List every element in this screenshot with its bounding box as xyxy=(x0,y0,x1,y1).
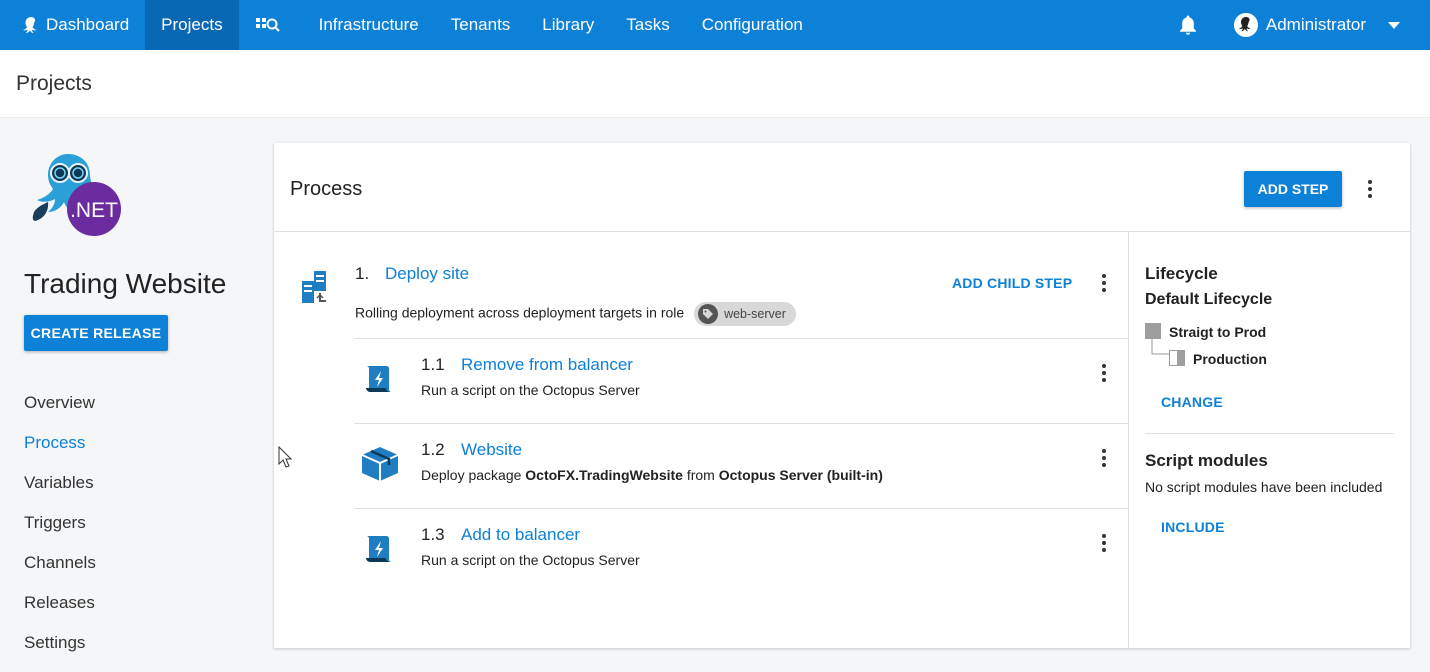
sidebar-item-triggers[interactable]: Triggers xyxy=(24,510,96,550)
logo-dotnet-text: .NET xyxy=(70,199,118,222)
nav-right-area: Administrator xyxy=(1178,0,1430,50)
step-name-link[interactable]: Website xyxy=(461,440,522,460)
script-icon xyxy=(362,532,396,571)
page-title: Projects xyxy=(16,72,92,95)
sidebar-item-channels[interactable]: Channels xyxy=(24,550,96,590)
nav-configuration[interactable]: Configuration xyxy=(686,0,819,50)
lifecycle-name: Default Lifecycle xyxy=(1145,291,1273,308)
nav-library[interactable]: Library xyxy=(526,0,610,50)
step-description-text: Rolling deployment across deployment tar… xyxy=(355,304,685,321)
step-overflow-menu-icon[interactable] xyxy=(1096,361,1112,385)
row-divider xyxy=(354,338,1128,339)
nav-projects-label: Projects xyxy=(161,15,223,34)
nav-tenants[interactable]: Tenants xyxy=(435,0,527,50)
tag-icon xyxy=(698,304,719,324)
step-description: Rolling deployment across deployment tar… xyxy=(355,302,796,326)
package-name: OctoFX.TradingWebsite xyxy=(525,467,683,483)
create-release-button[interactable]: CREATE RELEASE xyxy=(24,315,168,351)
step-overflow-menu-icon[interactable] xyxy=(1096,531,1112,555)
step-description-mid: from xyxy=(682,467,719,483)
step-description: Run a script on the Octopus Server xyxy=(421,382,640,398)
panel-divider xyxy=(1145,433,1394,434)
nav-infrastructure-label: Infrastructure xyxy=(318,15,419,34)
role-chip-label: web-server xyxy=(724,307,786,321)
nav-infrastructure[interactable]: Infrastructure xyxy=(303,0,435,50)
add-step-button[interactable]: ADD STEP xyxy=(1244,171,1342,207)
row-divider xyxy=(354,508,1128,509)
script-modules-heading: Script modules xyxy=(1145,451,1268,470)
step-description-prefix: Deploy package xyxy=(421,467,526,483)
column-divider xyxy=(1128,231,1129,648)
nav-dashboard-label: Dashboard xyxy=(46,15,130,34)
bell-icon[interactable] xyxy=(1178,13,1202,37)
feed-name: Octopus Server (built-in) xyxy=(718,467,883,483)
top-navigation: Dashboard Projects Infrastructure Tenant… xyxy=(0,0,1430,50)
card-divider xyxy=(274,231,1410,232)
step-name-link[interactable]: Deploy site xyxy=(385,264,469,284)
avatar xyxy=(1233,13,1258,37)
mouse-cursor-icon xyxy=(278,446,292,468)
process-card: Process ADD STEP 1. Deploy site Rolling … xyxy=(274,143,1410,648)
sidebar-item-settings[interactable]: Settings xyxy=(24,630,96,670)
phase-name: Straigt to Prod xyxy=(1169,324,1267,340)
process-overflow-menu-icon[interactable] xyxy=(1362,177,1378,201)
chevron-down-icon[interactable] xyxy=(1388,21,1400,29)
nav-tasks-label: Tasks xyxy=(626,15,670,34)
change-lifecycle-button[interactable]: CHANGE xyxy=(1161,394,1223,410)
nav-projects[interactable]: Projects xyxy=(145,0,239,50)
add-child-step-button[interactable]: ADD CHILD STEP xyxy=(952,275,1072,291)
deployment-targets-icon xyxy=(300,269,330,312)
role-chip: web-server xyxy=(694,302,796,326)
sidebar-item-overview[interactable]: Overview xyxy=(24,390,96,430)
step-overflow-menu-icon[interactable] xyxy=(1096,446,1112,470)
row-divider xyxy=(354,423,1128,424)
step-name-link[interactable]: Remove from balancer xyxy=(461,355,633,375)
octopus-icon xyxy=(23,17,37,33)
script-icon xyxy=(362,362,396,401)
step-description: Run a script on the Octopus Server xyxy=(421,552,640,568)
step-number: 1.2 xyxy=(421,440,445,459)
lifecycle-heading: Lifecycle xyxy=(1145,264,1218,283)
project-nav: Overview Process Variables Triggers Chan… xyxy=(24,390,96,670)
nav-dashboard[interactable]: Dashboard xyxy=(0,0,145,50)
tree-connector xyxy=(1151,339,1170,355)
phase-icon xyxy=(1145,323,1161,339)
step-description: Deploy package OctoFX.TradingWebsite fro… xyxy=(421,467,883,483)
nav-library-label: Library xyxy=(542,15,595,34)
process-title: Process xyxy=(290,178,363,200)
environment-icon xyxy=(1169,350,1185,366)
page-header: Projects xyxy=(0,50,1430,118)
sidebar-item-process[interactable]: Process xyxy=(24,430,96,470)
project-logo: .NET xyxy=(28,146,124,240)
nav-configuration-label: Configuration xyxy=(701,15,803,34)
step-overflow-menu-icon[interactable] xyxy=(1096,271,1112,295)
script-modules-empty-text: No script modules have been included xyxy=(1145,479,1383,495)
nav-tasks[interactable]: Tasks xyxy=(610,0,685,50)
step-number: 1. xyxy=(355,264,370,283)
step-name-link[interactable]: Add to balancer xyxy=(461,525,580,545)
user-name: Administrator xyxy=(1265,15,1366,34)
include-script-module-button[interactable]: INCLUDE xyxy=(1161,519,1225,535)
step-number: 1.1 xyxy=(421,355,445,374)
nav-search[interactable] xyxy=(239,0,303,50)
environment-name: Production xyxy=(1193,351,1267,367)
project-sidebar: .NET Trading Website CREATE RELEASE Over… xyxy=(0,118,260,672)
sidebar-item-variables[interactable]: Variables xyxy=(24,470,96,510)
nav-tenants-label: Tenants xyxy=(450,15,511,34)
package-icon xyxy=(360,445,400,488)
project-name: Trading Website xyxy=(24,268,227,299)
sidebar-item-releases[interactable]: Releases xyxy=(24,590,96,630)
search-icon xyxy=(255,18,280,32)
user-menu[interactable]: Administrator xyxy=(1233,13,1400,37)
step-number: 1.3 xyxy=(421,525,445,544)
